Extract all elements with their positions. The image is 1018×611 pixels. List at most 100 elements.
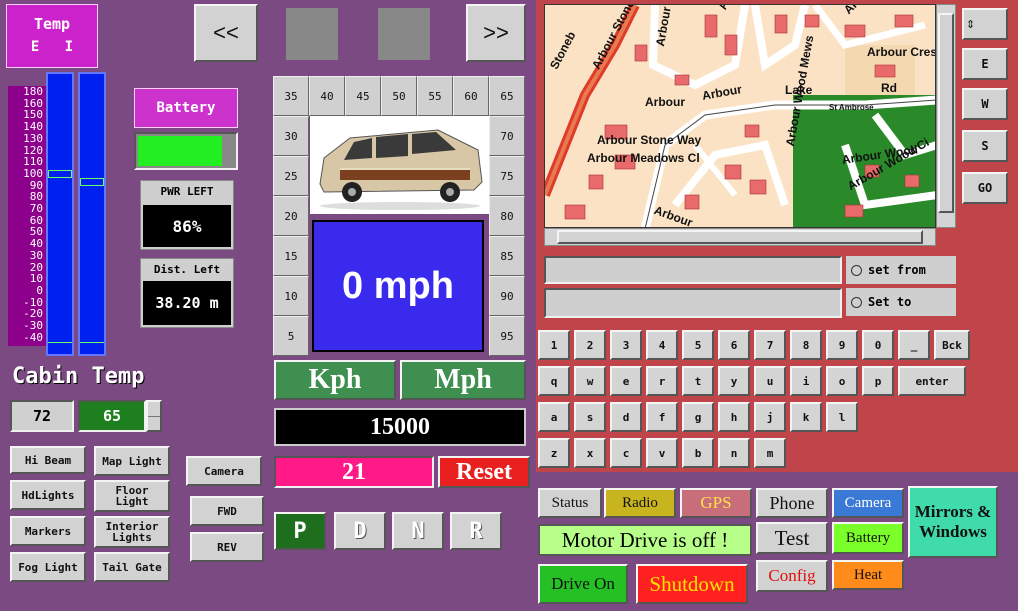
key-w[interactable]: w bbox=[574, 366, 606, 396]
camera-fwd-button[interactable]: FWD bbox=[190, 496, 264, 526]
key-q[interactable]: q bbox=[538, 366, 570, 396]
key-c[interactable]: c bbox=[610, 438, 642, 468]
temp-scale-tick: 70 bbox=[29, 202, 43, 215]
mph-button[interactable]: Mph bbox=[400, 360, 526, 400]
tail-gate-button[interactable]: Tail Gate bbox=[94, 552, 170, 582]
set-from-radio-icon[interactable] bbox=[851, 264, 862, 276]
key-o[interactable]: o bbox=[826, 366, 858, 396]
gear-reverse-button[interactable]: R bbox=[450, 512, 502, 550]
key-v[interactable]: v bbox=[646, 438, 678, 468]
set-from-option[interactable]: set from bbox=[846, 256, 956, 284]
map-street-label: Arbour Meadows Cl bbox=[587, 151, 700, 165]
speed-scale-tick: 45 bbox=[345, 76, 381, 116]
key-1[interactable]: 1 bbox=[538, 330, 570, 360]
key-2[interactable]: 2 bbox=[574, 330, 606, 360]
key-f[interactable]: f bbox=[646, 402, 678, 432]
compass-south-button[interactable]: S bbox=[962, 130, 1008, 162]
shutdown-button[interactable]: Shutdown bbox=[636, 564, 748, 604]
key-7[interactable]: 7 bbox=[754, 330, 786, 360]
drive-on-button[interactable]: Drive On bbox=[538, 564, 628, 604]
radio-menu-button[interactable]: Radio bbox=[604, 488, 676, 518]
headlights-button[interactable]: HdLights bbox=[10, 480, 86, 510]
compass-north-button[interactable]: ⇕ bbox=[962, 8, 1008, 40]
key-y[interactable]: y bbox=[718, 366, 750, 396]
key-enter[interactable]: enter bbox=[898, 366, 966, 396]
battery-menu-button[interactable]: Battery bbox=[832, 522, 904, 554]
key-h[interactable]: h bbox=[718, 402, 750, 432]
key-underscore[interactable]: _ bbox=[898, 330, 930, 360]
gear-neutral-button[interactable]: N bbox=[392, 512, 444, 550]
gear-drive-button[interactable]: D bbox=[334, 512, 386, 550]
prev-page-button[interactable]: << bbox=[194, 4, 258, 62]
map-horizontal-scrollbar[interactable] bbox=[544, 228, 936, 246]
key-g[interactable]: g bbox=[682, 402, 714, 432]
mirrors-windows-button[interactable]: Mirrors & Windows bbox=[908, 486, 998, 558]
map-vertical-scrollbar[interactable] bbox=[936, 4, 956, 228]
next-page-button[interactable]: >> bbox=[466, 4, 526, 62]
map-light-button[interactable]: Map Light bbox=[94, 446, 170, 476]
key-3[interactable]: 3 bbox=[610, 330, 642, 360]
key-r[interactable]: r bbox=[646, 366, 678, 396]
vehicle-image bbox=[310, 116, 489, 214]
trip-reset-button[interactable]: Reset bbox=[438, 456, 530, 488]
interior-lights-button[interactable]: Interior Lights bbox=[94, 516, 170, 548]
floor-light-button[interactable]: Floor Light bbox=[94, 480, 170, 512]
key-p[interactable]: p bbox=[862, 366, 894, 396]
key-4[interactable]: 4 bbox=[646, 330, 678, 360]
key-b[interactable]: b bbox=[682, 438, 714, 468]
power-left-label: PWR LEFT bbox=[160, 185, 214, 198]
compass-east-button[interactable]: E bbox=[962, 48, 1008, 80]
key-6[interactable]: 6 bbox=[718, 330, 750, 360]
key-5[interactable]: 5 bbox=[682, 330, 714, 360]
cabin-temp-down-arrow[interactable] bbox=[148, 417, 160, 431]
map-hscroll-thumb[interactable] bbox=[557, 230, 923, 244]
camera-menu-button[interactable]: Camera bbox=[832, 488, 904, 518]
key-z[interactable]: z bbox=[538, 438, 570, 468]
key-j[interactable]: j bbox=[754, 402, 786, 432]
key-bck[interactable]: Bck bbox=[934, 330, 970, 360]
gear-park-button[interactable]: P bbox=[274, 512, 326, 550]
speed-scale-tick: 70 bbox=[489, 116, 525, 156]
key-k[interactable]: k bbox=[790, 402, 822, 432]
fog-light-button[interactable]: Fog Light bbox=[10, 552, 86, 582]
kph-button[interactable]: Kph bbox=[274, 360, 396, 400]
gps-map[interactable]: StonebArbour Stone RiArbour Stone ClArbo… bbox=[544, 4, 936, 228]
cabin-temp-up-arrow[interactable] bbox=[148, 402, 160, 417]
key-d[interactable]: d bbox=[610, 402, 642, 432]
status-menu-button[interactable]: Status bbox=[538, 488, 602, 518]
key-a[interactable]: a bbox=[538, 402, 570, 432]
markers-button[interactable]: Markers bbox=[10, 516, 86, 546]
key-x[interactable]: x bbox=[574, 438, 606, 468]
map-go-button[interactable]: GO bbox=[962, 172, 1008, 204]
compass-west-button[interactable]: W bbox=[962, 88, 1008, 120]
phone-menu-button[interactable]: Phone bbox=[756, 488, 828, 518]
power-left-value: 86% bbox=[143, 205, 231, 247]
key-m[interactable]: m bbox=[754, 438, 786, 468]
camera-rev-button[interactable]: REV bbox=[190, 532, 264, 562]
key-8[interactable]: 8 bbox=[790, 330, 822, 360]
key-l[interactable]: l bbox=[826, 402, 858, 432]
battery-button[interactable]: Battery bbox=[134, 88, 238, 128]
map-scroll-thumb[interactable] bbox=[938, 13, 954, 213]
set-to-option[interactable]: Set to bbox=[846, 288, 956, 316]
config-menu-button[interactable]: Config bbox=[756, 560, 828, 592]
key-9[interactable]: 9 bbox=[826, 330, 858, 360]
camera-button[interactable]: Camera bbox=[186, 456, 262, 486]
cabin-temp-spinner[interactable] bbox=[146, 400, 162, 432]
temp-gauge-button[interactable]: Temp E I bbox=[6, 4, 98, 68]
key-n[interactable]: n bbox=[718, 438, 750, 468]
route-to-input[interactable] bbox=[544, 288, 842, 318]
gps-menu-button[interactable]: GPS bbox=[680, 488, 752, 518]
hi-beam-button[interactable]: Hi Beam bbox=[10, 446, 86, 474]
key-s[interactable]: s bbox=[574, 402, 606, 432]
key-e[interactable]: e bbox=[610, 366, 642, 396]
key-0[interactable]: 0 bbox=[862, 330, 894, 360]
battery-level-meter bbox=[134, 132, 238, 170]
set-to-radio-icon[interactable] bbox=[851, 296, 862, 308]
route-from-input[interactable] bbox=[544, 256, 842, 284]
heat-menu-button[interactable]: Heat bbox=[832, 560, 904, 590]
key-i[interactable]: i bbox=[790, 366, 822, 396]
key-u[interactable]: u bbox=[754, 366, 786, 396]
test-menu-button[interactable]: Test bbox=[756, 522, 828, 554]
key-t[interactable]: t bbox=[682, 366, 714, 396]
